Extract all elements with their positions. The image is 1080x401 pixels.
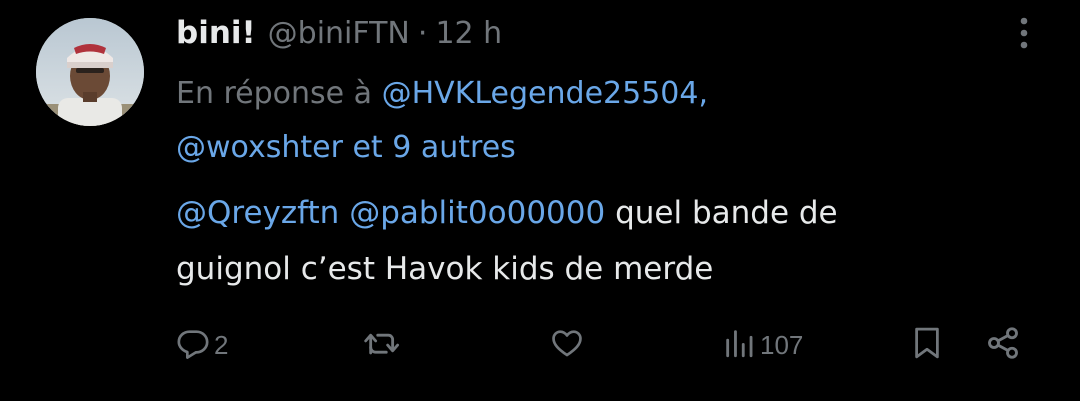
- action-bar: 2 107: [0, 320, 1080, 370]
- mention-link[interactable]: @pablit0o00000: [349, 195, 605, 231]
- reply-icon: [176, 326, 210, 364]
- share-button[interactable]: [984, 320, 1022, 370]
- retweet-button[interactable]: [363, 320, 405, 370]
- reply-others-link[interactable]: 9 autres: [392, 130, 516, 165]
- views-count: 107: [760, 329, 804, 360]
- tweet-text: quel bande de: [605, 195, 838, 231]
- separator-dot: ·: [417, 15, 428, 51]
- tweet-text-line-2: guignol c’est Havok kids de merde: [176, 248, 713, 290]
- reply-user-link[interactable]: @HVKLegende25504,: [382, 76, 708, 111]
- tweet[interactable]: bini! @biniFTN · 12 h En réponse à @HVKL…: [0, 0, 1080, 401]
- reply-user-link[interactable]: @woxshter: [176, 130, 343, 165]
- mention-link[interactable]: @Qreyzftn: [176, 195, 339, 231]
- views-icon: [722, 326, 756, 364]
- heart-icon: [549, 326, 585, 364]
- tweet-text: guignol c’est Havok kids de merde: [176, 251, 714, 287]
- timestamp[interactable]: 12 h: [435, 16, 502, 51]
- reply-context-line-1: En réponse à @HVKLegende25504,: [176, 74, 708, 114]
- avatar[interactable]: [36, 18, 144, 126]
- reply-joiner[interactable]: et: [352, 130, 382, 165]
- like-button[interactable]: [549, 320, 589, 370]
- reply-button[interactable]: 2: [176, 320, 228, 370]
- reply-count: 2: [214, 329, 229, 360]
- reply-prefix: En réponse à: [176, 76, 373, 111]
- bookmark-icon: [910, 325, 944, 365]
- more-button[interactable]: [1006, 14, 1042, 56]
- tweet-text-line-1: @Qreyzftn @pablit0o00000 quel bande de: [176, 192, 838, 234]
- retweet-icon: [363, 326, 401, 364]
- share-icon: [984, 325, 1022, 365]
- tweet-header: bini! @biniFTN · 12 h: [176, 10, 502, 56]
- user-handle[interactable]: @biniFTN: [268, 16, 410, 51]
- bookmark-button[interactable]: [910, 320, 944, 370]
- views-button[interactable]: 107: [722, 320, 803, 370]
- more-vertical-icon: [1018, 15, 1030, 55]
- display-name[interactable]: bini!: [176, 15, 256, 51]
- reply-context-line-2: @woxshter et 9 autres: [176, 128, 516, 168]
